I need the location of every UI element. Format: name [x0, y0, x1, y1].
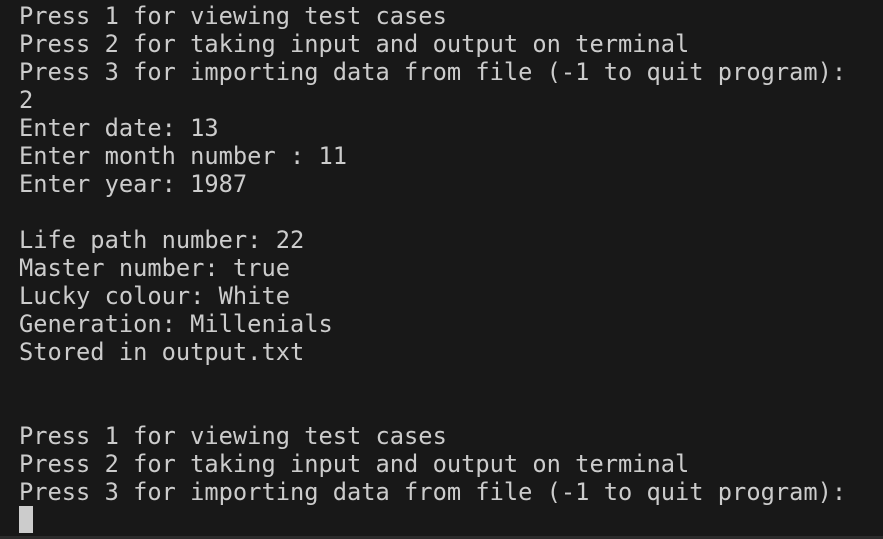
terminal-line: Press 1 for viewing test cases [19, 422, 447, 450]
terminal-line: Life path number: 22 [19, 226, 305, 254]
terminal-cursor [19, 506, 33, 533]
terminal-line: Enter date: 13 [19, 114, 219, 142]
terminal-line: 2 [19, 86, 34, 114]
terminal-line: Stored in output.txt [19, 338, 305, 366]
terminal-output[interactable]: Press 1 for viewing test cases Press 2 f… [19, 2, 883, 534]
terminal-line: Master number: true [19, 254, 290, 282]
terminal-line: Press 1 for viewing test cases [19, 2, 447, 30]
terminal-line: Press 3 for importing data from file (-1… [19, 58, 847, 86]
terminal-input-line[interactable] [19, 506, 883, 534]
terminal-line: Enter year: 1987 [19, 170, 248, 198]
terminal-line: Enter month number : 11 [19, 142, 348, 170]
terminal-line: Lucky colour: White [19, 282, 290, 310]
terminal-line: Press 3 for importing data from file (-1… [19, 478, 847, 506]
terminal-line: Press 2 for taking input and output on t… [19, 450, 690, 478]
terminal-line: Press 2 for taking input and output on t… [19, 30, 690, 58]
terminal-line: Generation: Millenials [19, 310, 333, 338]
